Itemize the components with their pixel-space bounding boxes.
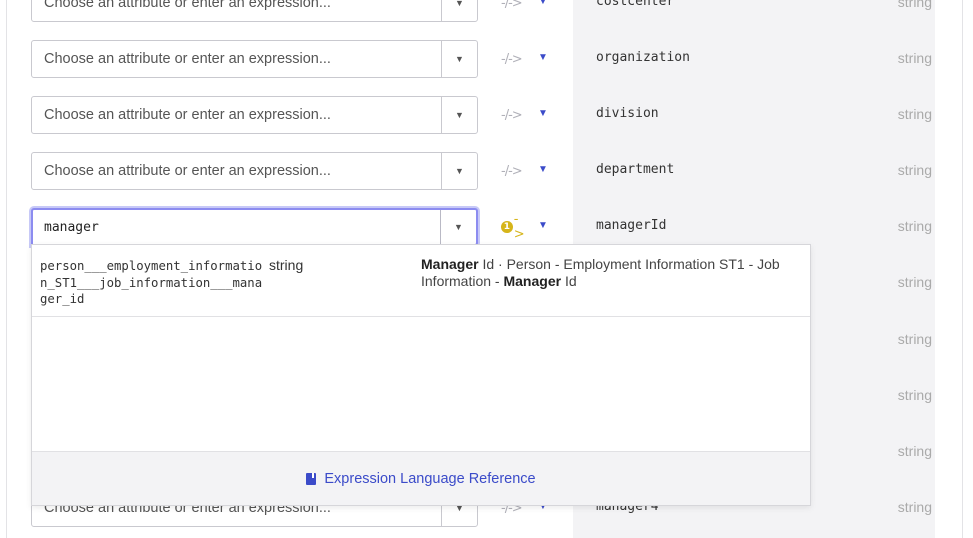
target-attribute-type: string <box>897 162 932 178</box>
arrow-mapping-icon: 1 -> <box>501 212 527 242</box>
mapping-row-active: manager ▼ 1 -> ▼ managerId string <box>0 208 973 246</box>
target-attribute-type: string <box>897 0 932 10</box>
mapping-row: Choose an attribute or enter an expressi… <box>0 0 973 22</box>
expression-reference-footer: Expression Language Reference <box>32 451 810 505</box>
source-expression-combobox[interactable]: Choose an attribute or enter an expressi… <box>31 0 478 22</box>
target-attribute-name: division <box>596 106 659 121</box>
chevron-down-icon[interactable]: ▼ <box>442 153 477 189</box>
suggestion-type: string <box>269 257 304 273</box>
arrow-mapping-icon: -/-> <box>501 107 523 123</box>
source-expression-combobox[interactable]: Choose an attribute or enter an expressi… <box>31 152 478 190</box>
suggestion-attribute-path: person___employment_information_ST1___jo… <box>40 259 263 306</box>
arrow-mapping-icon: -/-> <box>501 0 523 11</box>
target-attribute-type: string <box>897 387 932 403</box>
mapping-options-caret[interactable]: ▼ <box>538 220 548 231</box>
target-attribute-type: string <box>897 331 932 347</box>
source-expression-combobox[interactable]: Choose an attribute or enter an expressi… <box>31 96 478 134</box>
target-attribute-type: string <box>897 443 932 459</box>
source-expression-combobox[interactable]: manager ▼ <box>31 208 478 246</box>
source-expression-input[interactable]: Choose an attribute or enter an expressi… <box>32 153 442 189</box>
target-attribute-name: managerId <box>596 218 667 233</box>
target-attribute-type: string <box>897 499 932 515</box>
book-icon <box>306 472 317 485</box>
source-expression-input[interactable]: Choose an attribute or enter an expressi… <box>32 41 442 77</box>
autocomplete-dropdown: person___employment_information_ST1___jo… <box>31 244 811 506</box>
arrow-mapping-icon: -/-> <box>501 163 523 179</box>
mapping-row: Choose an attribute or enter an expressi… <box>0 40 973 78</box>
suggestion-match-highlight: Manager <box>421 256 479 272</box>
suggestion-desc-text: Id <box>561 272 577 289</box>
mapping-options-caret[interactable]: ▼ <box>538 52 548 63</box>
chevron-down-icon[interactable]: ▼ <box>442 97 477 133</box>
target-attribute-name: organization <box>596 50 690 65</box>
suggestion-item[interactable]: person___employment_information_ST1___jo… <box>32 245 810 317</box>
warning-count-badge: 1 <box>501 221 513 233</box>
mapping-row: Choose an attribute or enter an expressi… <box>0 96 973 134</box>
source-expression-combobox[interactable]: Choose an attribute or enter an expressi… <box>31 40 478 78</box>
source-expression-input[interactable]: Choose an attribute or enter an expressi… <box>32 0 442 21</box>
target-attribute-name: department <box>596 162 675 177</box>
mapping-options-caret[interactable]: ▼ <box>538 108 548 119</box>
chevron-down-icon[interactable]: ▼ <box>442 0 477 21</box>
mapping-options-caret[interactable]: ▼ <box>538 0 548 7</box>
mapping-options-caret[interactable]: ▼ <box>538 164 548 175</box>
target-attribute-type: string <box>897 218 932 234</box>
target-attribute-type: string <box>897 274 932 290</box>
target-attribute-type: string <box>897 50 932 66</box>
source-expression-input[interactable]: Choose an attribute or enter an expressi… <box>32 97 442 133</box>
suggestion-description: Manager Id · Person - Employment Informa… <box>421 256 806 289</box>
mapping-row: Choose an attribute or enter an expressi… <box>0 152 973 190</box>
target-attribute-type: string <box>897 106 932 122</box>
chevron-down-icon[interactable]: ▼ <box>442 41 477 77</box>
chevron-down-icon[interactable]: ▼ <box>441 210 476 244</box>
expression-language-reference-link[interactable]: Expression Language Reference <box>324 471 535 487</box>
source-expression-input[interactable]: manager <box>33 210 441 244</box>
target-attribute-name: costcenter <box>596 0 675 9</box>
arrow-mapping-icon: -/-> <box>501 51 523 67</box>
suggestion-match-highlight: Manager <box>503 272 562 289</box>
